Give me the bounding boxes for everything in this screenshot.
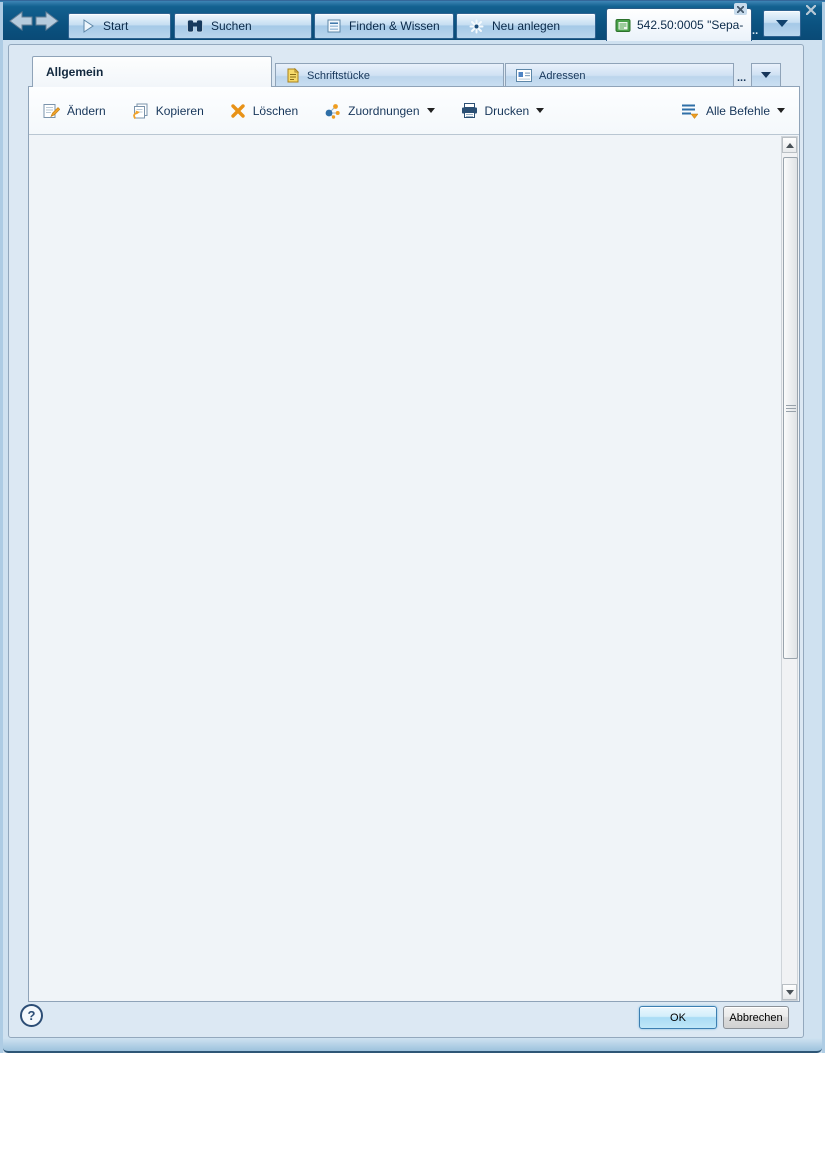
document-list-icon: [327, 19, 341, 33]
nav-button-start[interactable]: Start: [68, 13, 171, 39]
help-icon[interactable]: ?: [20, 1004, 43, 1027]
scroll-up-icon[interactable]: [782, 137, 797, 153]
abbrechen-button[interactable]: Abbrechen: [723, 1006, 789, 1029]
toolbar-button-zuordnungen[interactable]: Zuordnungen: [324, 103, 434, 119]
ok-button[interactable]: OK: [639, 1006, 717, 1029]
back-arrow-icon: [10, 12, 32, 30]
printer-icon: [461, 103, 478, 118]
nav-button-finden-wissen[interactable]: Finden & Wissen: [314, 13, 454, 39]
binoculars-icon: [187, 19, 203, 33]
toolbar-button-label: Ändern: [67, 104, 106, 118]
toolbar-button-label: Alle Befehle: [706, 104, 770, 118]
nav-button-neu-anlegen[interactable]: Neu anlegen: [456, 13, 596, 39]
yellow-document-icon: [286, 68, 300, 83]
tab-allgemein[interactable]: Allgemein: [32, 56, 272, 87]
document-tab-title: 542.50:0005 "Sepa-Last...: [637, 18, 743, 32]
document-tab-close-icon[interactable]: [734, 3, 747, 15]
topbar-dropdown-button[interactable]: [763, 10, 801, 37]
start-icon: [81, 19, 95, 33]
scroll-down-icon[interactable]: [782, 984, 797, 1000]
toolbar-button-aendern[interactable]: Ändern: [43, 103, 106, 119]
help-glyph: ?: [28, 1008, 36, 1023]
toolbar-button-label: Kopieren: [156, 104, 204, 118]
button-label: Abbrechen: [729, 1012, 782, 1024]
window-close-icon[interactable]: [803, 3, 819, 17]
forward-arrow-icon: [36, 12, 58, 30]
tab-adressen[interactable]: Adressen: [505, 63, 734, 87]
toolbar-button-label: Zuordnungen: [348, 104, 419, 118]
tab-schriftstuecke[interactable]: Schriftstücke: [275, 63, 504, 87]
toolbar-button-label: Löschen: [253, 104, 298, 118]
command-toolbar: Ändern Kopieren: [29, 87, 799, 135]
chevron-down-icon: [761, 72, 771, 78]
vertical-scrollbar[interactable]: [781, 136, 798, 1001]
scrollbar-thumb[interactable]: [783, 157, 798, 659]
tab-label: Schriftstücke: [307, 70, 370, 82]
back-forward-icons[interactable]: [8, 10, 60, 32]
chevron-down-icon: [776, 20, 788, 27]
tabstrip-overflow-button[interactable]: ...: [737, 72, 746, 84]
document-tab[interactable]: 542.50:0005 "Sepa-Last...: [606, 8, 752, 41]
chevron-down-icon: [427, 108, 435, 113]
edit-icon: [43, 103, 60, 119]
thumb-grip: [786, 404, 796, 412]
nav-button-label: Suchen: [211, 19, 252, 33]
delete-x-icon: [230, 103, 246, 119]
green-file-icon: [615, 17, 631, 33]
application-window: Start Suchen Finden & Wisse: [0, 0, 825, 1170]
nav-button-label: Finden & Wissen: [349, 19, 440, 33]
tab-label: Allgemein: [46, 65, 103, 79]
tabstrip-dropdown-button[interactable]: [751, 63, 781, 87]
allgemein-panel: Ändern Kopieren: [28, 86, 800, 1002]
toolbar-button-alle-befehle[interactable]: Alle Befehle: [681, 87, 785, 134]
copy-icon: [132, 103, 149, 119]
toolbar-button-label: Drucken: [485, 104, 530, 118]
nav-button-suchen[interactable]: Suchen: [174, 13, 312, 39]
nav-button-label: Neu anlegen: [492, 19, 560, 33]
toolbar-button-drucken[interactable]: Drucken: [461, 103, 545, 118]
links-molecule-icon: [324, 103, 341, 119]
top-toolbar: Start Suchen Finden & Wisse: [0, 0, 825, 40]
toolbar-button-loeschen[interactable]: Löschen: [230, 103, 298, 119]
address-card-icon: [516, 69, 532, 82]
window-frame-left: [0, 2, 3, 1053]
chevron-down-icon: [536, 108, 544, 113]
window-bottom-edge: [3, 1038, 822, 1053]
tab-label: Adressen: [539, 70, 585, 82]
toolbar-button-kopieren[interactable]: Kopieren: [132, 103, 204, 119]
button-label: OK: [670, 1012, 686, 1024]
chevron-down-icon: [777, 108, 785, 113]
command-list-icon: [681, 103, 699, 119]
starburst-icon: [469, 19, 484, 34]
nav-button-label: Start: [103, 19, 128, 33]
